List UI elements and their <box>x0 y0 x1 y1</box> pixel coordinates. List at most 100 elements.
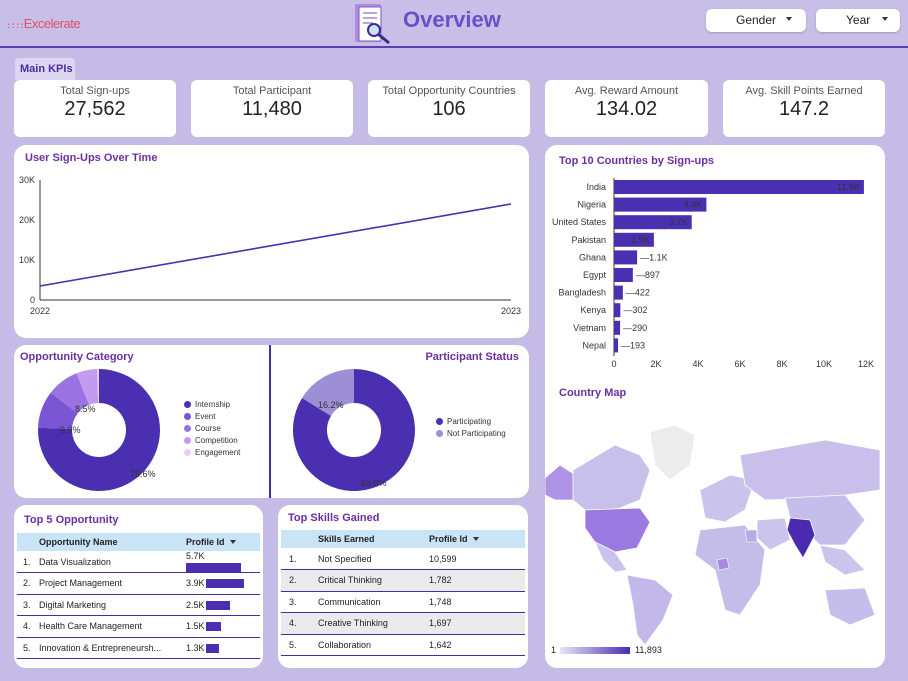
table-row[interactable]: 1. Data Visualization 5.7K <box>17 551 260 573</box>
map-region-australia[interactable] <box>824 587 876 626</box>
row-value: 3.9K <box>186 578 205 589</box>
report-search-icon <box>355 4 390 44</box>
bar-category-label: Vietnam <box>573 323 606 333</box>
row-rank: 1. <box>17 551 39 573</box>
kpi-label: Total Participant <box>232 85 312 97</box>
header-profile-id[interactable]: Profile Id <box>429 530 525 548</box>
bar-data-label: —302 <box>623 305 647 315</box>
opportunity-category-donut: 75.6% 9.9% 8.5% <box>38 369 161 491</box>
legend-item[interactable]: Competition <box>184 436 238 445</box>
row-profile-id: 1,782 <box>429 569 525 592</box>
legend-swatch <box>436 418 443 425</box>
map-region-middle-east[interactable] <box>756 517 791 551</box>
kpi-tab[interactable]: Main KPIs <box>15 58 75 80</box>
row-skill-name: Critical Thinking <box>318 569 429 592</box>
map-region-southeast-asia[interactable] <box>819 544 866 576</box>
kpi-value: 134.02 <box>595 98 658 120</box>
table-row[interactable]: 2. Critical Thinking 1,782 <box>281 569 525 592</box>
legend-label: Not Participating <box>447 429 506 438</box>
map-color-scale <box>560 647 630 654</box>
legend-item[interactable]: Course <box>184 424 221 433</box>
bar-vietnam[interactable] <box>614 320 621 335</box>
bar-data-label: 3.7K <box>669 217 688 227</box>
table-header-row: Opportunity Name Profile Id <box>17 533 260 551</box>
y-tick-label: 10K <box>19 255 35 265</box>
table-row[interactable]: 5. Collaboration 1,642 <box>281 634 525 656</box>
page-title: Overview <box>403 7 501 32</box>
row-rank: 5. <box>17 637 39 659</box>
signups-line-chart: 0 10K 20K 30K 2022 2023 <box>19 175 521 316</box>
legend-label: Event <box>195 412 216 421</box>
legend-item[interactable]: Internship <box>184 400 230 409</box>
row-bar <box>206 600 231 610</box>
country-map[interactable] <box>545 410 885 650</box>
row-bar <box>186 562 241 572</box>
row-rank: 2. <box>17 572 39 595</box>
row-skill-name: Collaboration <box>318 634 429 656</box>
legend-item[interactable]: Not Participating <box>436 429 506 438</box>
year-filter-dropdown[interactable]: Year <box>816 9 900 32</box>
legend-item[interactable]: Event <box>184 412 215 421</box>
legend-swatch <box>184 401 191 408</box>
map-region-canada[interactable] <box>572 444 651 511</box>
map-region-usa[interactable] <box>584 507 651 553</box>
map-region-india[interactable] <box>786 517 816 559</box>
row-profile-id: 2.5K <box>186 594 260 616</box>
table-row[interactable]: 3. Digital Marketing 2.5K <box>17 594 260 616</box>
map-region-greenland[interactable] <box>649 424 696 481</box>
legend-swatch <box>184 449 191 456</box>
bar-kenya[interactable] <box>614 303 621 318</box>
row-value: 5.7K <box>186 551 205 562</box>
kpi-value: 106 <box>432 98 466 120</box>
map-region-south-america[interactable] <box>626 574 674 646</box>
row-profile-id: 1.5K <box>186 615 260 638</box>
x-tick-label: 2023 <box>501 306 521 316</box>
row-skill-name: Creative Thinking <box>318 612 429 635</box>
header-opportunity-name[interactable]: Opportunity Name <box>39 533 186 551</box>
table-row[interactable]: 2. Project Management 3.9K <box>17 572 260 595</box>
donut-data-label: 83.8% <box>361 478 387 488</box>
divider <box>269 345 271 498</box>
map-scale-max: 11,893 <box>635 645 662 655</box>
row-skill-name: Not Specified <box>318 548 429 570</box>
table-row[interactable]: 5. Innovation & Entrepreneursh... 1.3K <box>17 637 260 659</box>
legend-label: Internship <box>195 400 231 409</box>
top-opportunity-title: Top 5 Opportunity <box>24 514 119 526</box>
map-region-egypt[interactable] <box>744 529 758 543</box>
x-tick-label: 2K <box>650 359 661 369</box>
header-skills-earned[interactable]: Skills Earned <box>318 530 429 548</box>
table-row[interactable]: 4. Creative Thinking 1,697 <box>281 612 525 635</box>
top-countries-bar-chart: India 11.9K Nigeria 4.4K United States 3.7K Pa… <box>552 178 874 369</box>
bar-bangladesh[interactable] <box>614 285 623 300</box>
kpi-value: 147.2 <box>778 98 830 120</box>
row-profile-id: 3.9K <box>186 572 260 595</box>
kpi-value: 11,480 <box>242 98 302 120</box>
bar-egypt[interactable] <box>614 268 633 282</box>
row-bar <box>206 643 219 653</box>
legend-label: Competition <box>195 436 238 445</box>
chevron-down-icon <box>882 17 888 21</box>
row-opportunity-name: Innovation & Entrepreneursh... <box>39 637 186 659</box>
sort-desc-icon[interactable] <box>472 537 479 541</box>
bar-india[interactable] <box>614 180 864 194</box>
table-row[interactable]: 1. Not Specified 10,599 <box>281 548 525 570</box>
table-row[interactable]: 3. Communication 1,748 <box>281 591 525 613</box>
sort-desc-icon[interactable] <box>229 540 236 544</box>
header-profile-id[interactable]: Profile Id <box>186 533 260 551</box>
gender-filter-dropdown[interactable]: Gender <box>706 9 806 32</box>
kpi-label: Total Sign-ups <box>60 85 130 97</box>
row-rank: 4. <box>281 612 318 635</box>
bar-nepal[interactable] <box>614 338 619 353</box>
legend-label: Course <box>195 424 221 433</box>
y-tick-label: 0 <box>30 295 35 305</box>
bar-data-label: 1.9K <box>631 235 650 245</box>
map-region-russia[interactable] <box>739 439 881 501</box>
legend-item[interactable]: Engagement <box>184 448 240 457</box>
map-region-nigeria[interactable] <box>716 557 730 571</box>
legend-item[interactable]: Participating <box>436 417 491 426</box>
row-profile-id: 10,599 <box>429 548 525 570</box>
donut-charts-card: Opportunity Category 75.6% 9.9% 8.5% Inter… <box>14 345 529 498</box>
bar-data-label: —290 <box>623 323 647 333</box>
table-row[interactable]: 4. Health Care Management 1.5K <box>17 615 260 638</box>
bar-ghana[interactable] <box>614 250 638 265</box>
